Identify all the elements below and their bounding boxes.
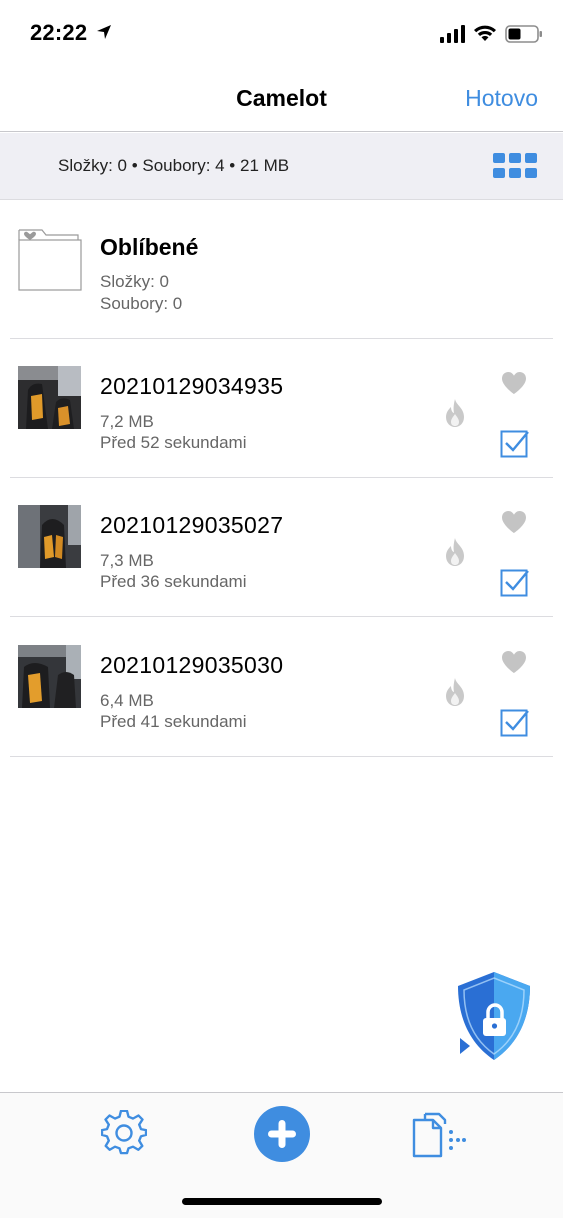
list-item[interactable] [0,617,563,757]
home-indicator [182,1198,382,1205]
files-copy-icon[interactable] [411,1110,467,1158]
item-thumbnail [18,505,81,568]
signal-icon [440,25,465,43]
item-size: 7,2 MB [100,412,154,431]
heart-icon[interactable] [501,510,527,534]
navigation-bar: Camelot Hotovo [0,66,563,132]
fire-icon[interactable] [442,398,468,428]
folder-heart-icon [18,229,82,291]
folder-folders-count: Složky: 0 [100,272,169,291]
folder-row-favorites[interactable] [0,200,563,339]
wifi-icon [474,25,496,41]
status-time: 22:22 [30,20,88,45]
heart-icon[interactable] [501,650,527,674]
fire-icon[interactable] [442,537,468,567]
status-bar: 22:22 [0,0,563,66]
summary-bar: Složky: 0 • Soubory: 4 • 21 MB [0,133,563,200]
item-name: 20210129035030 [100,652,284,678]
list-item[interactable] [0,339,563,478]
done-button[interactable]: Hotovo [465,85,538,112]
fire-icon[interactable] [442,677,468,707]
shield-lock-icon[interactable] [452,968,536,1064]
item-time: Před 41 sekundami [100,712,247,731]
checkbox-checked-icon[interactable] [500,707,530,737]
battery-icon [505,25,542,43]
settings-gear-icon[interactable] [101,1110,147,1156]
summary-text: Složky: 0 • Soubory: 4 • 21 MB [58,156,290,175]
add-plus-icon[interactable] [253,1105,311,1163]
item-thumbnail [18,645,81,708]
folder-title: Oblíbené [100,234,199,260]
item-size: 7,3 MB [100,551,154,570]
item-time: Před 52 sekundami [100,433,247,452]
item-name: 20210129034935 [100,373,284,399]
grid-view-icon[interactable] [493,153,537,179]
row-divider [10,756,553,757]
item-thumbnail [18,366,81,429]
item-name: 20210129035027 [100,512,284,538]
location-arrow-icon [97,25,111,39]
folder-files-count: Soubory: 0 [100,294,183,313]
checkbox-checked-icon[interactable] [500,428,530,458]
list-item[interactable] [0,478,563,617]
heart-icon[interactable] [501,371,527,395]
checkbox-checked-icon[interactable] [500,567,530,597]
item-size: 6,4 MB [100,691,154,710]
item-time: Před 36 sekundami [100,572,247,591]
